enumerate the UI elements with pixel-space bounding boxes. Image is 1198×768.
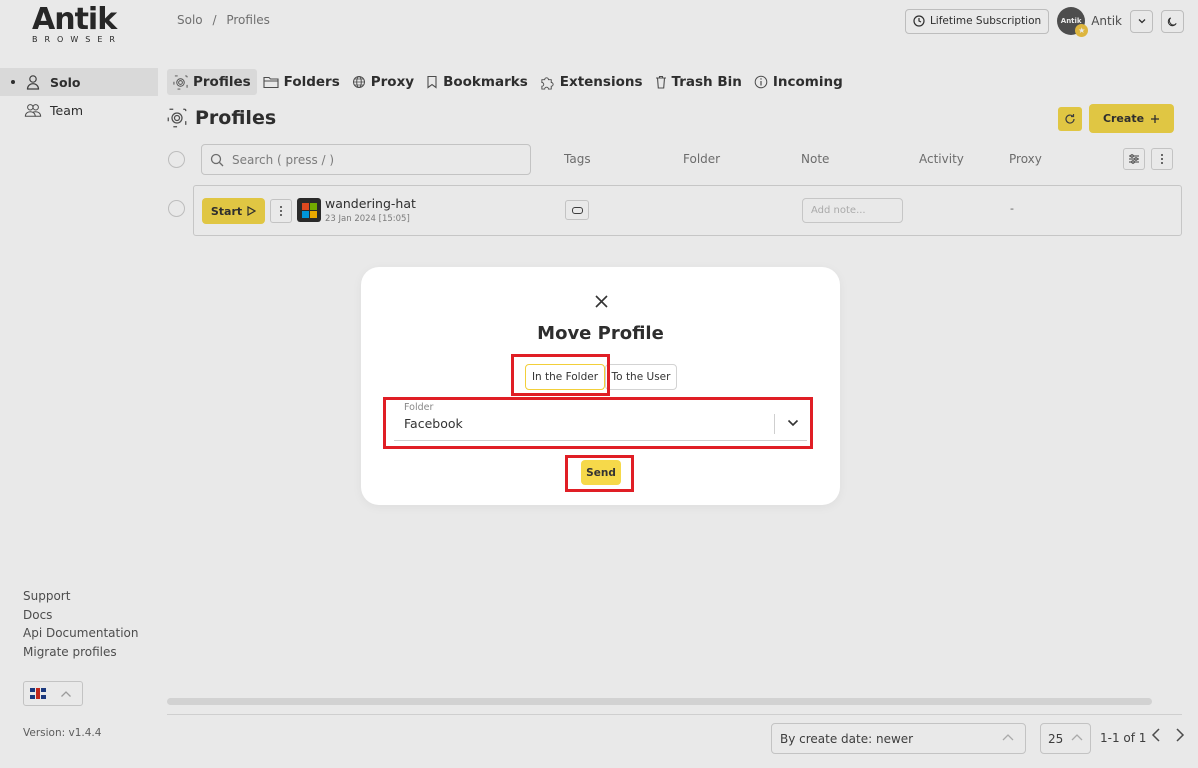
folder-label: Folder <box>404 402 434 413</box>
folder-value: Facebook <box>404 416 463 431</box>
move-profile-dialog: Move Profile In the Folder To the User F… <box>361 267 840 505</box>
tab-to-the-user[interactable]: To the User <box>605 364 677 390</box>
select-divider <box>774 414 775 434</box>
close-icon <box>594 294 608 308</box>
folder-select[interactable]: Folder Facebook <box>394 401 807 441</box>
dialog-title: Move Profile <box>537 323 664 344</box>
tab-in-the-folder[interactable]: In the Folder <box>525 364 605 390</box>
close-button[interactable] <box>590 290 612 312</box>
send-button[interactable]: Send <box>581 460 621 485</box>
chevron-down-icon[interactable] <box>784 414 802 432</box>
